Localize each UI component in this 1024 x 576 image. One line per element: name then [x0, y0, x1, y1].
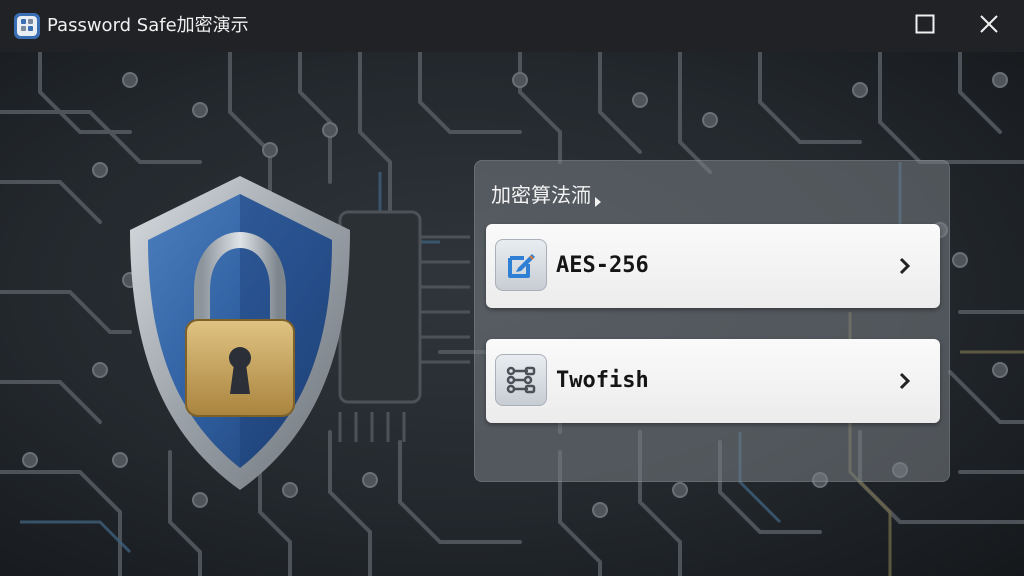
window-title: Password Safe加密演示 — [47, 15, 249, 36]
panel-heading-text: 加密算法洏 — [491, 183, 591, 207]
edit-document-icon — [495, 239, 547, 291]
close-icon — [979, 14, 999, 38]
shield-padlock-icon — [120, 172, 360, 494]
app-logo-icon — [13, 12, 41, 40]
panel-heading: 加密算法洏 — [491, 181, 603, 209]
close-button[interactable] — [958, 0, 1020, 52]
twofish-label: Twofish — [556, 368, 649, 393]
twofish-button[interactable]: Twofish — [486, 339, 940, 423]
chevron-right-icon — [593, 188, 603, 207]
maximize-icon — [915, 14, 935, 38]
chevron-right-icon — [898, 370, 912, 392]
content-area: 加密算法洏 AES-256 Twofish — [0, 52, 1024, 576]
title-bar: Password Safe加密演示 — [0, 0, 1024, 52]
algorithm-panel: 加密算法洏 AES-256 Twofish — [474, 160, 950, 482]
aes-256-label: AES-256 — [556, 253, 649, 278]
network-nodes-icon — [495, 354, 547, 406]
chevron-right-icon — [898, 255, 912, 277]
app-window: Password Safe加密演示 加密算法洏 AES-256 Twofish — [0, 0, 1024, 576]
maximize-button[interactable] — [894, 0, 956, 52]
aes-256-button[interactable]: AES-256 — [486, 224, 940, 308]
